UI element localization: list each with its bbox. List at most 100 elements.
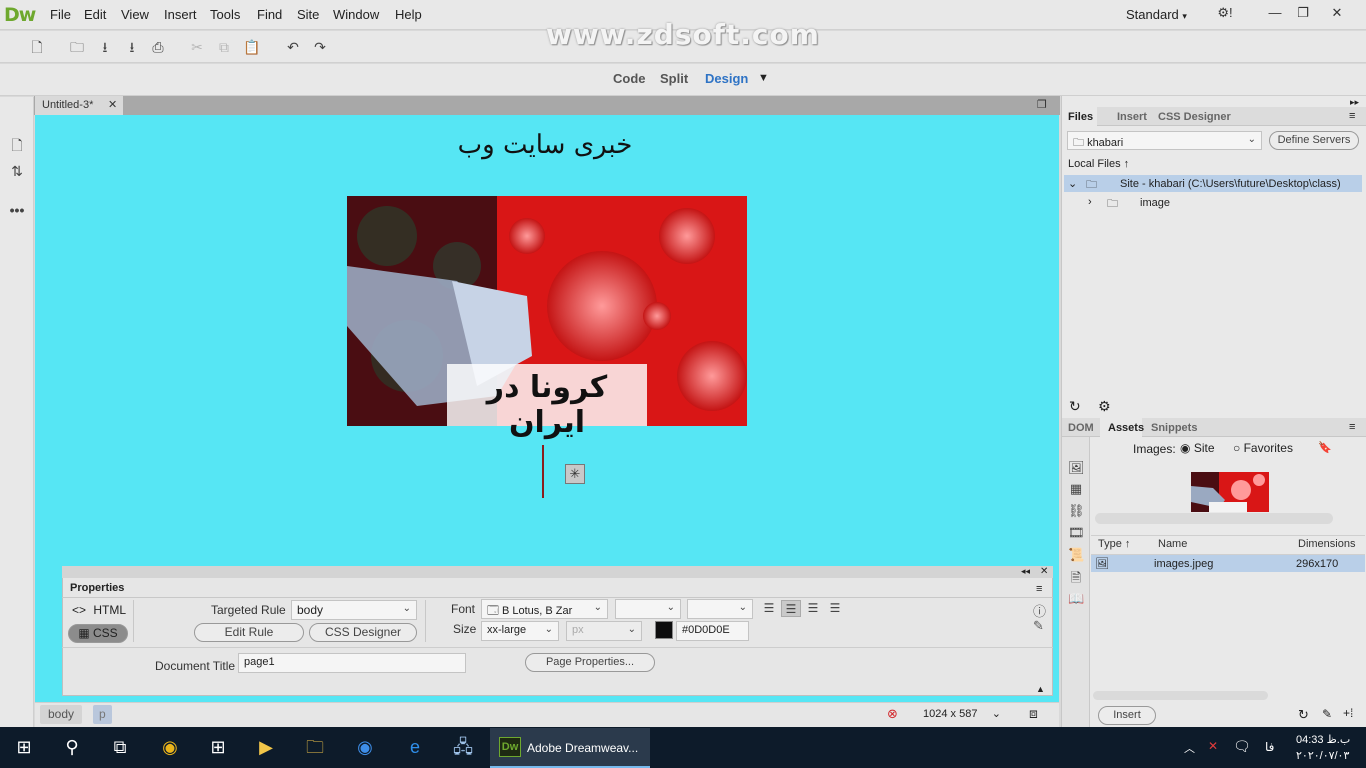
menu-window[interactable]: Window <box>333 7 379 22</box>
close-tab-icon[interactable]: ✕ <box>108 98 117 111</box>
local-files-header[interactable]: Local Files ↑ <box>1068 158 1129 170</box>
panel-menu-icon[interactable]: ≡ <box>1349 421 1355 433</box>
insert-asset-button[interactable]: Insert <box>1098 706 1156 725</box>
tab-snippets[interactable]: Snippets <box>1151 422 1197 434</box>
more-icon[interactable]: ••• <box>8 202 26 220</box>
panel-menu-icon[interactable]: ≡ <box>1036 583 1042 595</box>
restore-icon[interactable]: ❐ <box>1290 3 1316 23</box>
templates-category-icon[interactable]: 🗎 <box>1068 569 1084 585</box>
edit-rule-button[interactable]: Edit Rule <box>194 623 304 642</box>
store-icon[interactable]: ⊞ <box>205 734 231 760</box>
file-explorer-icon[interactable]: 🗀 <box>302 734 328 760</box>
print-icon[interactable]: ⎙ <box>148 37 168 57</box>
properties-tab[interactable]: Properties <box>63 578 127 598</box>
css-designer-button[interactable]: CSS Designer <box>309 623 417 642</box>
media-player-icon[interactable]: ▶ <box>253 734 279 760</box>
tree-site-label[interactable]: Site - khabari (C:\Users\future\Desktop\… <box>1120 178 1341 190</box>
css-mode-button[interactable]: ▦ CSS <box>68 624 128 643</box>
size-select[interactable]: xx-large ⌄ <box>481 621 559 641</box>
design-view-button[interactable]: Design <box>705 71 748 86</box>
tag-selector-body[interactable]: body <box>40 705 83 724</box>
edge-icon[interactable]: e <box>402 734 428 760</box>
tab-css-designer[interactable]: CSS Designer <box>1158 111 1231 123</box>
radio-site[interactable]: ◉ Site <box>1180 441 1215 455</box>
connect-icon[interactable]: ⚙ <box>1098 398 1111 415</box>
font-style-select[interactable]: ⌄ <box>615 599 681 619</box>
html-mode-button[interactable]: <> HTML <box>72 603 126 617</box>
chevron-down-icon[interactable]: ⌄ <box>1068 177 1077 190</box>
task-view-icon[interactable]: ⧉ <box>107 734 133 760</box>
windows-start-icon[interactable]: ⊞ <box>11 734 37 760</box>
sort-icon[interactable]: ⇅ <box>8 163 26 181</box>
workspace-switcher[interactable]: Standard ▾ <box>1126 7 1187 22</box>
collapse-icon[interactable]: ◂◂ <box>1021 566 1030 577</box>
code-view-button[interactable]: Code <box>613 71 646 86</box>
menu-find[interactable]: Find <box>257 7 282 22</box>
edit-icon[interactable]: ✎ <box>1033 618 1044 634</box>
chrome-icon[interactable]: ◉ <box>157 734 183 760</box>
image-placeholder-icon[interactable]: ✳ <box>565 464 585 484</box>
menu-edit[interactable]: Edit <box>84 7 106 22</box>
media-category-icon[interactable]: 🎞 <box>1068 525 1085 541</box>
save-all-icon[interactable]: ⭳ <box>122 37 142 57</box>
site-select[interactable]: 🗀 khabari ⌄ <box>1067 131 1262 150</box>
column-dimensions[interactable]: Dimensions <box>1298 538 1355 550</box>
menu-site[interactable]: Site <box>297 7 319 22</box>
menu-view[interactable]: View <box>121 7 149 22</box>
align-right-icon[interactable]: ☰ <box>803 600 823 617</box>
edit-asset-icon[interactable]: ✎ <box>1322 707 1332 721</box>
refresh-icon[interactable]: ↻ <box>1069 398 1081 415</box>
links-category-icon[interactable]: ⛓ <box>1068 503 1085 519</box>
language-indicator[interactable]: فا <box>1265 740 1274 754</box>
images-category-icon[interactable]: 🖼 <box>1068 460 1085 476</box>
close-icon[interactable]: ✕ <box>1324 3 1350 23</box>
document-tab[interactable]: Untitled-3* ✕ <box>35 96 123 115</box>
close-panel-icon[interactable]: ✕ <box>1040 566 1048 577</box>
window-size-select[interactable]: 1024 x 587 ⌄ <box>918 705 1006 724</box>
maximize-doc-icon[interactable]: ❐ <box>1037 98 1047 111</box>
align-center-icon[interactable]: ☰ <box>781 600 801 617</box>
notifications-icon[interactable]: 🗨 <box>1233 738 1251 755</box>
document-title-input[interactable]: page1 <box>238 653 466 673</box>
page-heading[interactable]: خبری سایت وب <box>0 130 1090 160</box>
refresh-icon[interactable]: ↻ <box>1298 707 1309 723</box>
split-view-button[interactable]: Split <box>660 71 688 86</box>
redo-icon[interactable]: ↷ <box>310 37 330 57</box>
tag-selector-p[interactable]: p <box>93 705 112 724</box>
menu-file[interactable]: File <box>50 7 71 22</box>
color-hex-input[interactable]: #0D0D0E <box>676 621 749 641</box>
save-icon[interactable]: ⭳ <box>95 37 115 57</box>
color-swatch[interactable] <box>655 621 673 639</box>
gear-icon[interactable]: ⚙! <box>1212 3 1238 23</box>
menu-help[interactable]: Help <box>395 7 422 22</box>
asset-list-scrollbar[interactable] <box>1093 691 1268 700</box>
define-servers-button[interactable]: Define Servers <box>1269 131 1359 150</box>
panel-menu-icon[interactable]: ≡ <box>1349 110 1355 122</box>
network-icon[interactable]: ✕ <box>1208 739 1218 753</box>
align-justify-icon[interactable]: ☰ <box>825 600 845 617</box>
tab-files[interactable]: Files <box>1068 111 1093 123</box>
radio-favorites[interactable]: ○ Favorites <box>1233 441 1293 455</box>
clock-date[interactable]: ۲۰۲۰/۰۷/۰۳ <box>1296 749 1349 762</box>
size-unit-select[interactable]: px ⌄ <box>566 621 642 641</box>
page-properties-button[interactable]: Page Properties... <box>525 653 655 672</box>
chevron-up-icon[interactable]: ︿ <box>1184 740 1195 756</box>
font-weight-select[interactable]: ⌄ <box>687 599 753 619</box>
column-type[interactable]: Type ↑ <box>1098 538 1130 550</box>
tree-image-folder-label[interactable]: image <box>1140 197 1170 209</box>
menu-tools[interactable]: Tools <box>210 7 240 22</box>
add-to-favorites-icon[interactable]: +⁞ <box>1343 706 1353 720</box>
chevron-right-icon[interactable]: › <box>1088 196 1092 208</box>
align-left-icon[interactable]: ☰ <box>759 600 779 617</box>
chevron-down-icon[interactable]: ▼ <box>758 72 769 84</box>
live-view-icon[interactable]: ⧈ <box>1029 705 1038 722</box>
font-select[interactable]: 🗔 B Lotus, B Zar ⌄ <box>481 599 608 619</box>
paste-icon[interactable]: 📋 <box>242 37 262 57</box>
preview-scrollbar[interactable] <box>1095 513 1333 524</box>
targeted-rule-select[interactable]: body ⌄ <box>291 600 417 620</box>
column-name[interactable]: Name <box>1158 538 1187 550</box>
search-icon[interactable]: ⚲ <box>59 734 85 760</box>
library-category-icon[interactable]: 📖 <box>1068 591 1084 607</box>
clock-time[interactable]: 04:33 ب.ظ <box>1296 733 1350 746</box>
error-icon[interactable]: ⊗ <box>887 706 898 722</box>
